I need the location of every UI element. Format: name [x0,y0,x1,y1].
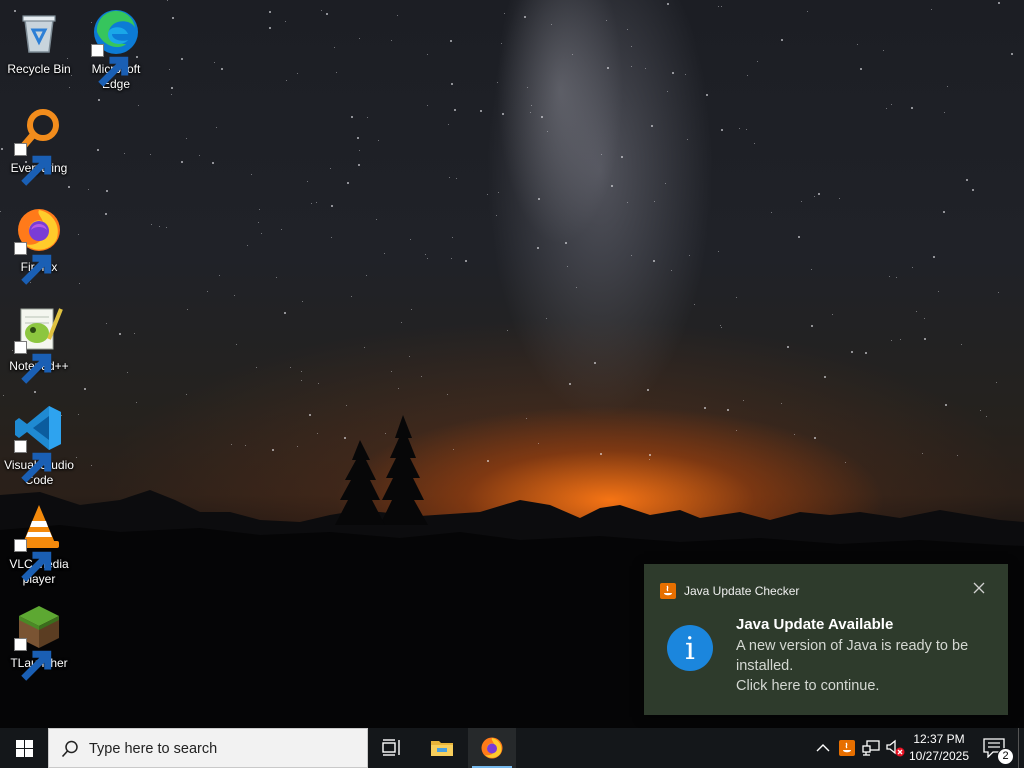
taskbar: Type here to search 12:37 PM 10/27/2025 … [0,728,1024,768]
file-explorer-icon [431,741,453,756]
desktop-icon-vlc[interactable]: VLC media player [1,503,77,587]
toast-title: Java Update Available [736,616,894,633]
java-icon [660,583,676,599]
tree-silhouettes [335,415,428,525]
clock-time: 12:37 PM [913,732,965,746]
firefox-taskbar-button[interactable] [468,728,516,768]
start-button[interactable] [0,728,48,768]
show-desktop-button[interactable] [1018,728,1024,768]
search-icon [61,740,78,758]
taskbar-clock[interactable]: 12:37 PM 10/27/2025 [903,728,975,768]
tray-network[interactable] [860,728,882,768]
java-update-toast[interactable]: Java Update Checker i Java Update Availa… [644,564,1008,715]
shortcut-arrow-icon [14,143,52,186]
network-icon [862,740,880,756]
tray-java-updater[interactable] [836,728,858,768]
shortcut-arrow-icon [14,440,52,483]
toast-message-link[interactable]: Click here to continue. [736,676,996,696]
task-view-icon [382,739,400,756]
shortcut-arrow-icon [14,341,52,384]
action-center-button[interactable]: 2 [980,728,1016,768]
notepadpp-icon [14,305,63,384]
close-icon[interactable] [972,581,986,595]
desktop-icon-edge[interactable]: Microsoft Edge [78,8,154,92]
desktop-icon-vscode[interactable]: Visual Studio Code [1,404,77,488]
taskbar-search-box[interactable]: Type here to search [48,728,368,768]
windows-logo-icon [16,740,33,757]
shortcut-arrow-icon [91,44,129,87]
tlauncher-icon [14,602,63,681]
shortcut-arrow-icon [14,638,52,681]
shortcut-arrow-icon [14,539,52,582]
firefox-icon [481,737,503,759]
show-hidden-icons-button[interactable] [812,728,834,768]
desktop-icon-tlauncher[interactable]: TLauncher [1,602,77,681]
firefox-icon [14,206,63,285]
file-explorer-taskbar-button[interactable] [418,728,466,768]
desktop-icon-firefox[interactable]: Firefox [1,206,77,285]
everything-icon [14,107,63,186]
chevron-up-icon [816,744,830,752]
info-glyph: i [685,631,695,667]
shortcut-arrow-icon [14,242,52,285]
search-placeholder: Type here to search [89,741,218,757]
desktop-icon-notepadpp[interactable]: Notepad++ [1,305,77,384]
java-icon [839,740,855,756]
volume-muted-icon [886,739,905,757]
toast-header: Java Update Checker [660,583,799,599]
edge-icon [91,8,140,87]
desktop-icon-label: Recycle Bin [7,62,71,76]
recycle-bin-icon [15,8,63,56]
task-view-button[interactable] [368,728,416,768]
toast-message[interactable]: A new version of Java is ready to be ins… [736,636,996,696]
desktop-icon-everything[interactable]: Everything [1,107,77,186]
info-icon: i [667,625,713,671]
clock-date: 10/27/2025 [908,749,970,763]
vscode-icon [14,404,63,483]
notification-count-badge: 2 [997,748,1014,765]
desktop-icon-recycle-bin[interactable]: Recycle Bin [1,8,77,77]
toast-app-name: Java Update Checker [684,584,800,598]
toast-message-line: A new version of Java is ready to be ins… [736,638,969,674]
vlc-icon [14,503,63,582]
